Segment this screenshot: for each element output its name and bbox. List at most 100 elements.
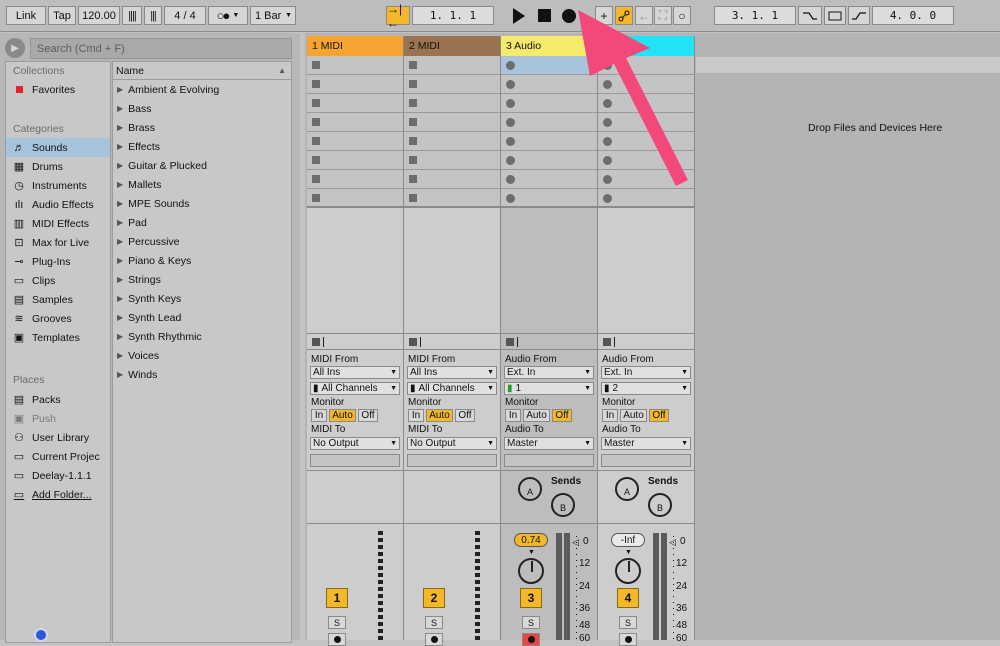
list-item[interactable]: ▶ Synth Rhythmic — [117, 327, 202, 346]
clip-slot[interactable] — [404, 94, 500, 113]
track-activator-button[interactable]: 3 — [520, 588, 542, 608]
solo-button[interactable]: S — [522, 616, 540, 629]
audio-to-channel-field[interactable] — [504, 454, 594, 467]
punch-out-icon[interactable] — [848, 6, 870, 25]
midi-from-select[interactable]: All Ins ▼ — [407, 366, 497, 379]
record-icon[interactable] — [562, 9, 576, 23]
clip-slot[interactable] — [404, 151, 500, 170]
track-stop-area[interactable] — [598, 333, 694, 350]
volume-value[interactable]: 0.74 — [514, 533, 548, 547]
input-channel-select[interactable]: ▮ 2 ▼ — [601, 382, 691, 395]
monitor-auto-button[interactable]: Auto — [329, 409, 356, 422]
quantize-select[interactable]: 1 Bar ▼ — [250, 6, 296, 25]
category-drums[interactable]: ▦ Drums — [6, 157, 110, 176]
track-title[interactable]: 1 MIDI — [307, 36, 403, 56]
track-stop-area[interactable] — [307, 333, 403, 350]
loop-start-field[interactable]: 3. 1. 1 — [714, 6, 796, 25]
link-button[interactable]: Link — [6, 6, 46, 25]
clip-slot[interactable] — [598, 189, 694, 208]
midi-to-channel-field[interactable] — [407, 454, 497, 467]
solo-button[interactable]: S — [425, 616, 443, 629]
clip-slot[interactable] — [307, 189, 403, 208]
clip-slot[interactable] — [598, 132, 694, 151]
list-item[interactable]: ▶ Bass — [117, 99, 152, 118]
overdub-icon[interactable]: + — [595, 6, 613, 25]
track-activator-button[interactable]: 2 — [423, 588, 445, 608]
clip-slot[interactable] — [501, 132, 597, 151]
clip-slot[interactable] — [501, 113, 597, 132]
monitor-in-button[interactable]: In — [311, 409, 327, 422]
category-templates[interactable]: ▣ Templates — [6, 328, 110, 347]
clip-slot[interactable] — [598, 151, 694, 170]
category-instruments[interactable]: ◷ Instruments — [6, 176, 110, 195]
track-stop-area[interactable] — [501, 333, 597, 350]
clip-slot[interactable] — [307, 132, 403, 151]
add-folder-link[interactable]: ▭ Add Folder... — [6, 485, 110, 504]
track-stop-area[interactable] — [404, 333, 500, 350]
punch-in-icon[interactable] — [798, 6, 822, 25]
loop-length-field[interactable]: 4. 0. 0 — [872, 6, 954, 25]
collection-favorites[interactable]: Favorites — [6, 80, 110, 99]
place-deelay[interactable]: ▭ Deelay-1.1.1 — [6, 466, 110, 485]
category-plug-ins[interactable]: ⊸ Plug-Ins — [6, 252, 110, 271]
browser-toggle-icon[interactable]: ▶ — [5, 38, 25, 58]
clip-slot[interactable] — [598, 56, 694, 75]
metronome-bars-icon[interactable]: ||| — [144, 6, 162, 25]
audio-to-channel-field[interactable] — [601, 454, 691, 467]
category-grooves[interactable]: ≋ Grooves — [6, 309, 110, 328]
category-clips[interactable]: ▭ Clips — [6, 271, 110, 290]
clip-slot[interactable] — [598, 170, 694, 189]
clip-slot[interactable] — [404, 113, 500, 132]
list-item[interactable]: ▶ Winds — [117, 365, 157, 384]
clip-slot[interactable] — [404, 170, 500, 189]
list-item[interactable]: ▶ Mallets — [117, 175, 161, 194]
category-midi-effects[interactable]: ▥ MIDI Effects — [6, 214, 110, 233]
list-item[interactable]: ▶ Effects — [117, 137, 160, 156]
clip-slot[interactable] — [307, 75, 403, 94]
automation-arm-icon[interactable] — [615, 6, 633, 25]
category-sounds[interactable]: ♬ Sounds — [6, 138, 110, 157]
list-item[interactable]: ▶ Ambient & Evolving — [117, 80, 219, 99]
track-activator-button[interactable]: 1 — [326, 588, 348, 608]
audio-from-select[interactable]: Ext. In ▼ — [504, 366, 594, 379]
stop-icon[interactable] — [538, 9, 551, 22]
send-a-knob[interactable]: A — [615, 477, 639, 501]
clip-slot[interactable] — [404, 56, 500, 75]
list-item[interactable]: ▶ Percussive — [117, 232, 180, 251]
list-item[interactable]: ▶ Piano & Keys — [117, 251, 191, 270]
clip-slot[interactable] — [307, 56, 403, 75]
send-a-knob[interactable]: A — [518, 477, 542, 501]
monitor-off-button[interactable]: Off — [649, 409, 669, 422]
clip-slot[interactable] — [307, 151, 403, 170]
clip-slot[interactable] — [501, 170, 597, 189]
monitor-auto-button[interactable]: Auto — [426, 409, 453, 422]
track-title[interactable]: 3 Audio — [501, 36, 597, 56]
midi-channel-select[interactable]: ▮ All Channels ▼ — [407, 382, 497, 395]
send-b-knob[interactable]: B — [551, 493, 575, 517]
clip-slot[interactable] — [598, 75, 694, 94]
midi-to-channel-field[interactable] — [310, 454, 400, 467]
clip-slot[interactable] — [307, 94, 403, 113]
list-item[interactable]: ▶ Brass — [117, 118, 155, 137]
clip-slot[interactable] — [404, 132, 500, 151]
category-audio-effects[interactable]: ılı Audio Effects — [6, 195, 110, 214]
midi-to-select[interactable]: No Output ▼ — [310, 437, 400, 450]
clip-slot[interactable] — [307, 170, 403, 189]
monitor-off-button[interactable]: Off — [455, 409, 475, 422]
drop-zone-text[interactable]: Drop Files and Devices Here — [808, 122, 942, 134]
clip-slot[interactable] — [501, 189, 597, 208]
audio-from-select[interactable]: Ext. In ▼ — [601, 366, 691, 379]
clip-slot[interactable] — [598, 113, 694, 132]
arrangement-position[interactable]: 1. 1. 1 — [412, 6, 494, 25]
monitor-off-button[interactable]: Off — [358, 409, 378, 422]
send-b-knob[interactable]: B — [648, 493, 672, 517]
clip-slot[interactable] — [501, 75, 597, 94]
midi-channel-select[interactable]: ▮ All Channels ▼ — [310, 382, 400, 395]
clip-slot[interactable] — [501, 94, 597, 113]
capture-midi-icon[interactable]: ⛶ — [654, 6, 672, 25]
monitor-auto-button[interactable]: Auto — [620, 409, 647, 422]
track-title[interactable]: Audio — [598, 36, 694, 56]
track-title[interactable]: 2 MIDI — [404, 36, 500, 56]
pan-knob[interactable] — [615, 558, 641, 584]
clip-slot[interactable] — [501, 151, 597, 170]
